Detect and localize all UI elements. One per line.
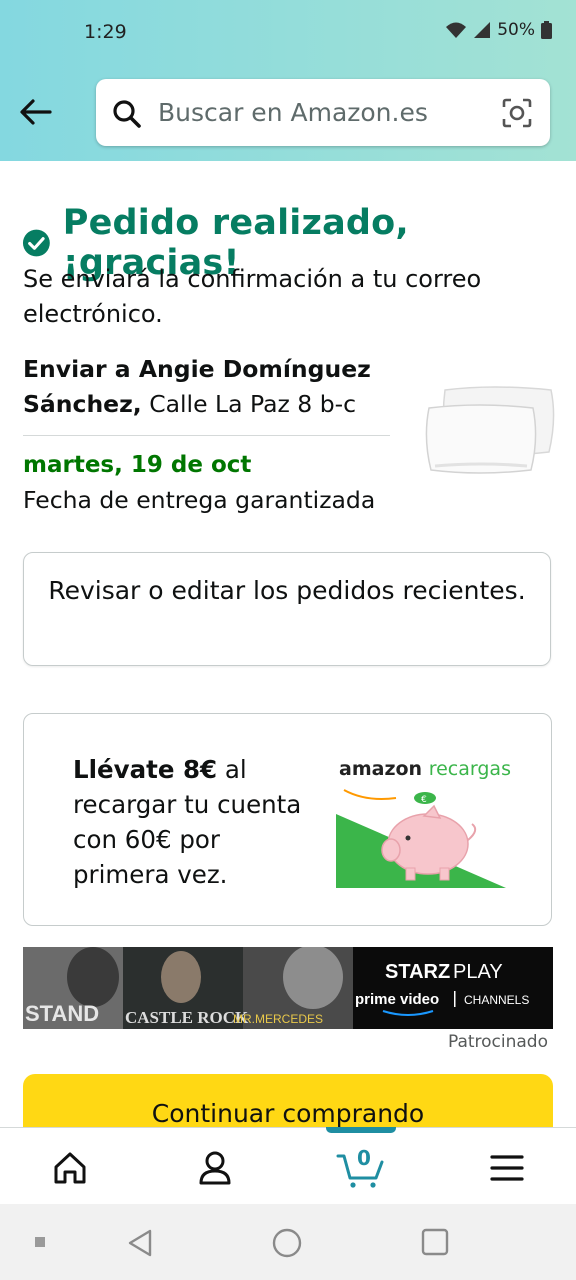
home-icon[interactable] <box>50 1148 90 1188</box>
menu-icon[interactable] <box>487 1148 527 1188</box>
cart-active-indicator <box>326 1127 396 1133</box>
ship-to: Enviar a Angie Domínguez Sánchez, Calle … <box>23 352 383 422</box>
confirmation-text: Se enviará la confirmación a tu correo e… <box>23 265 482 328</box>
banner-play: PLAY <box>453 961 503 983</box>
starzplay-banner[interactable]: STAND CASTLE ROCK MR.MERCEDES STARZ PLAY… <box>23 947 553 1029</box>
nav-back-icon[interactable] <box>126 1228 154 1258</box>
ship-to-address: Calle La Paz 8 b-c <box>149 390 357 418</box>
sponsored-label: Patrocinado <box>447 1032 548 1052</box>
review-orders-button[interactable]: Revisar o editar los pedidos recientes. <box>23 552 551 666</box>
camera-scan-icon[interactable] <box>502 98 532 128</box>
product-image-pillows <box>425 386 555 474</box>
cart-count: 0 <box>357 1146 371 1170</box>
banner-prime-video: prime video <box>355 991 439 1008</box>
status-bar: 1:29 50% <box>0 0 576 64</box>
nav-recents-icon[interactable] <box>421 1228 449 1256</box>
nav-home-icon[interactable] <box>272 1228 302 1258</box>
system-nav-bar <box>0 1204 576 1280</box>
nav-dot-icon <box>35 1237 45 1247</box>
check-circle-icon <box>22 229 50 257</box>
search-input[interactable]: Buscar en Amazon.es <box>158 98 428 127</box>
status-time: 1:29 <box>84 21 127 43</box>
back-arrow-icon[interactable] <box>18 94 54 130</box>
search-icon <box>113 100 141 128</box>
status-icons: 50% <box>445 20 552 40</box>
delivery-note: Fecha de entrega garantizada <box>23 486 376 514</box>
signal-icon <box>474 22 491 38</box>
banner-title-castle-rock: CASTLE ROCK <box>125 1008 249 1027</box>
promo-bold: Llévate 8€ <box>73 755 218 784</box>
search-box[interactable]: Buscar en Amazon.es <box>96 79 550 146</box>
amazon-recargas-logo: amazon recargas <box>339 758 511 780</box>
top-bar: 1:29 50% Buscar en Amazon.es <box>0 0 576 161</box>
account-icon[interactable] <box>195 1148 235 1188</box>
promo-text: Llévate 8€ al recargar tu cuenta con 60€… <box>73 752 318 892</box>
svg-text:€: € <box>421 795 427 805</box>
banner-channels: CHANNELS <box>464 993 529 1007</box>
battery-percent: 50% <box>497 20 535 40</box>
banner-title-stand: STAND <box>25 1001 99 1026</box>
promo-card[interactable]: Llévate 8€ al recargar tu cuenta con 60€… <box>23 713 552 926</box>
banner-title-mr-mercedes: MR.MERCEDES <box>233 1012 323 1026</box>
divider <box>23 435 390 436</box>
bottom-nav <box>0 1127 576 1205</box>
delivery-date: martes, 19 de oct <box>23 452 252 478</box>
wifi-icon <box>446 22 467 38</box>
banner-artwork: STAND CASTLE ROCK MR.MERCEDES STARZ PLAY… <box>23 947 553 1029</box>
piggy-bank-illustration: € <box>336 789 506 888</box>
battery-icon <box>541 21 552 39</box>
banner-starz: STARZ <box>385 961 450 983</box>
